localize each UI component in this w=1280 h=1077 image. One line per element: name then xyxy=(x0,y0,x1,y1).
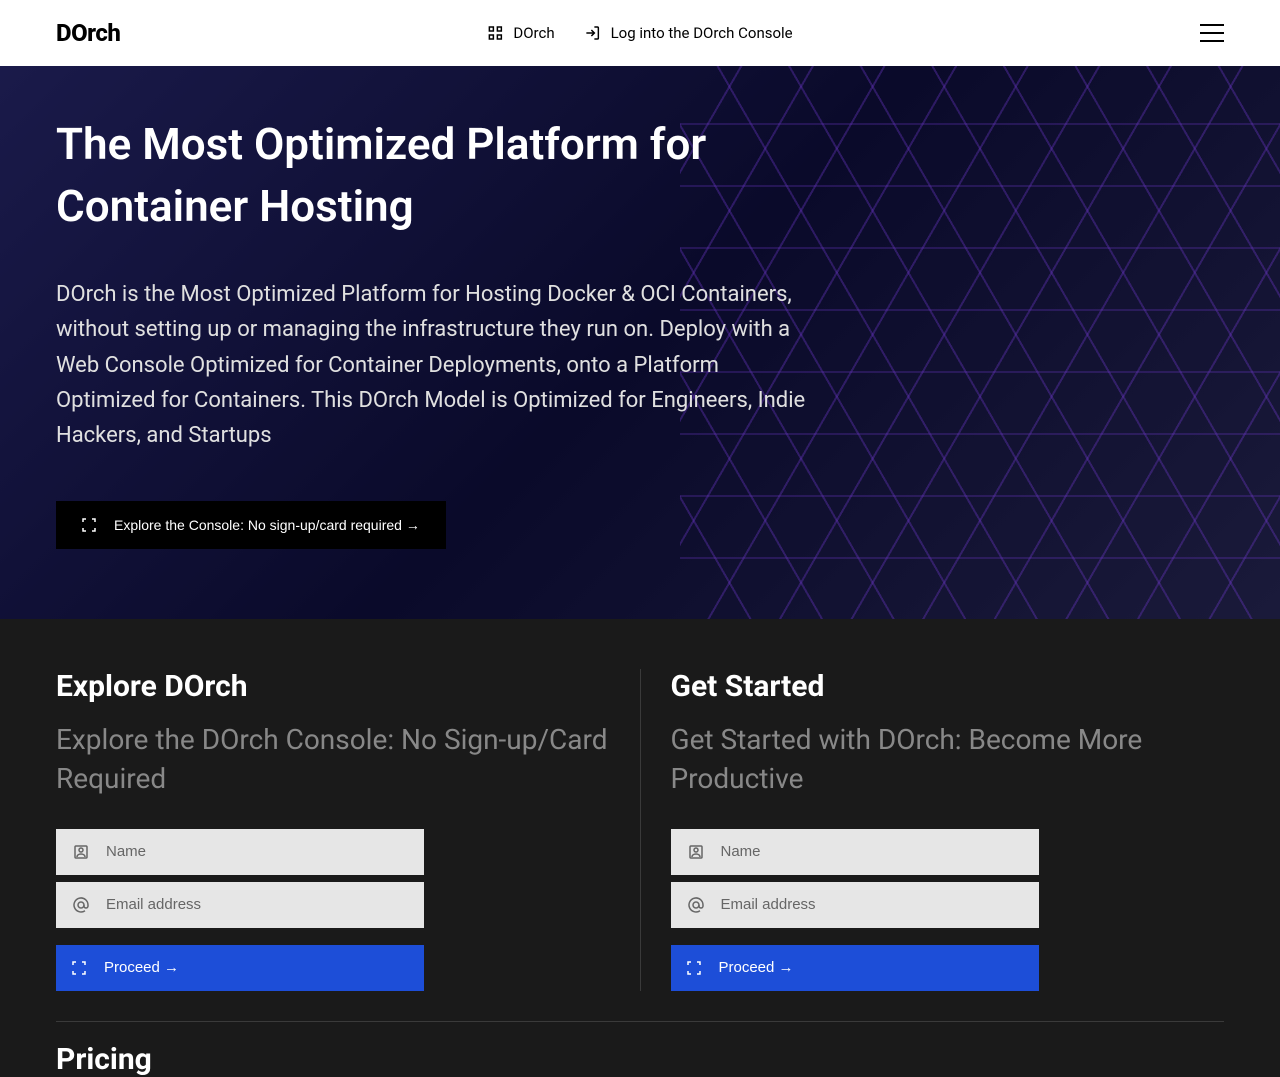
grid-icon xyxy=(487,25,503,41)
expand-icon xyxy=(82,518,96,532)
explore-console-button[interactable]: Explore the Console: No sign-up/card req… xyxy=(56,501,446,549)
explore-proceed-label: Proceed → xyxy=(104,959,179,976)
explore-proceed-button[interactable]: Proceed → xyxy=(56,945,424,991)
at-icon xyxy=(72,896,90,914)
getstarted-proceed-label: Proceed → xyxy=(719,959,794,976)
expand-icon xyxy=(72,961,86,975)
nav-login-label: Log into the DOrch Console xyxy=(611,24,793,42)
nav-login[interactable]: Log into the DOrch Console xyxy=(585,24,793,42)
getstarted-email-input[interactable] xyxy=(721,896,1023,913)
getstarted-name-group xyxy=(671,829,1039,875)
login-icon xyxy=(585,25,601,41)
explore-title: Explore DOrch xyxy=(56,669,610,704)
pricing-section: Pricing xyxy=(0,1022,1280,1077)
nav-dorch-label: DOrch xyxy=(513,24,554,42)
getstarted-email-group xyxy=(671,882,1039,928)
user-icon xyxy=(687,843,705,861)
hero-description: DOrch is the Most Optimized Platform for… xyxy=(56,277,816,453)
getstarted-proceed-button[interactable]: Proceed → xyxy=(671,945,1039,991)
explore-button-label: Explore the Console: No sign-up/card req… xyxy=(114,517,420,533)
logo[interactable]: DOrch xyxy=(56,19,120,47)
explore-column: Explore DOrch Explore the DOrch Console:… xyxy=(56,669,641,990)
explore-name-group xyxy=(56,829,424,875)
user-icon xyxy=(72,843,90,861)
pricing-title: Pricing xyxy=(56,1042,1224,1077)
explore-email-input[interactable] xyxy=(106,896,408,913)
nav-dorch[interactable]: DOrch xyxy=(487,24,554,42)
explore-subtitle: Explore the DOrch Console: No Sign-up/Ca… xyxy=(56,720,610,798)
hero-title: The Most Optimized Platform for Containe… xyxy=(56,114,816,237)
explore-email-group xyxy=(56,882,424,928)
hero-section: The Most Optimized Platform for Containe… xyxy=(0,66,1280,619)
explore-name-input[interactable] xyxy=(106,843,408,860)
getstarted-subtitle: Get Started with DOrch: Become More Prod… xyxy=(671,720,1225,798)
logo-text: DOrch xyxy=(56,19,120,47)
expand-icon xyxy=(687,961,701,975)
header-nav: DOrch Log into the DOrch Console xyxy=(487,24,792,42)
hamburger-menu-icon[interactable] xyxy=(1200,24,1224,42)
getstarted-name-input[interactable] xyxy=(721,843,1023,860)
two-column-section: Explore DOrch Explore the DOrch Console:… xyxy=(0,619,1280,990)
getstarted-column: Get Started Get Started with DOrch: Beco… xyxy=(641,669,1225,990)
at-icon xyxy=(687,896,705,914)
getstarted-title: Get Started xyxy=(671,669,1225,704)
header: DOrch DOrch Log in xyxy=(0,0,1280,66)
